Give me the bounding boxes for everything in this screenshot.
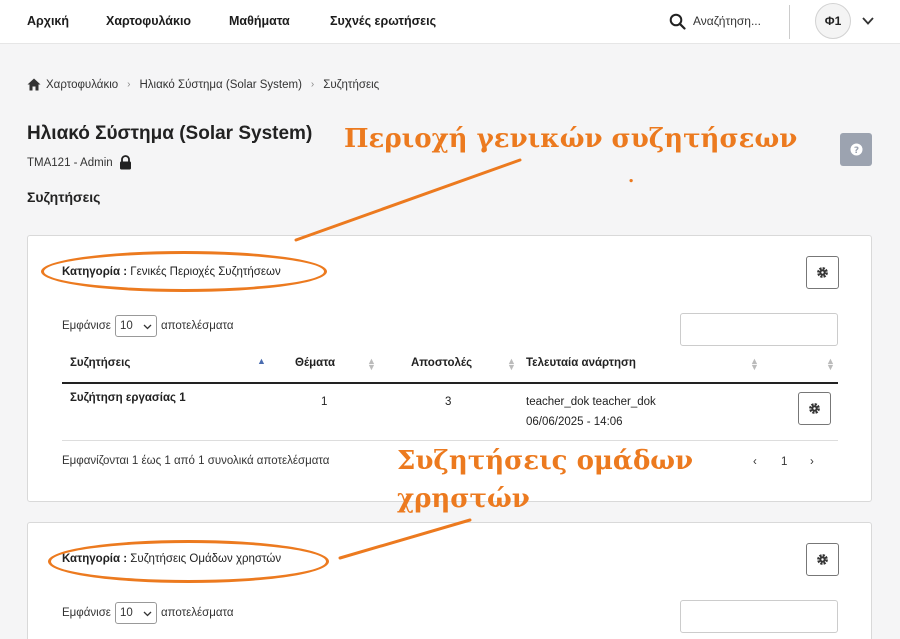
annotation-group-discussions-line1: Συζητήσεις ομάδων (397, 446, 694, 476)
annotation-pointer-lines (294, 158, 522, 560)
annotation-group-discussions-line2: χρηστών (397, 484, 530, 514)
annotation-dot: . (628, 166, 635, 187)
annotation-general-discussions: Περιοχή γενικών συζητήσεων (344, 124, 798, 154)
